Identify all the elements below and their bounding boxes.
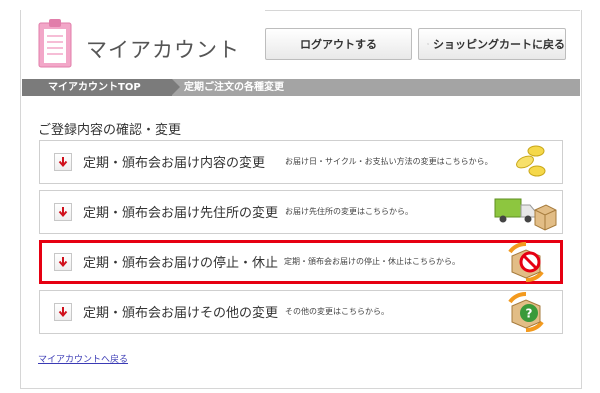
menu-item-description: その他の変更はこちらから。 [285,307,389,316]
question-box-icon: ? [508,292,544,332]
menu-item-stop-pause[interactable]: 定期・頒布会お届けの停止・休止 定期・頒布会お届けの停止・休止はこちらから。 [39,240,563,284]
logout-button[interactable]: ログアウトする [265,28,412,60]
menu-item-title: 定期・頒布会お届け内容の変更 [83,156,266,171]
menu-item-description: お届け日・サイクル・お支払い方法の変更はこちらから。 [285,157,493,166]
page-title: マイアカウント [86,38,240,62]
svg-text:?: ? [526,307,533,321]
back-to-cart-button[interactable]: ショッピングカートに戻る [418,28,566,60]
breadcrumb: マイアカウントTOP 定期ご注文の各種変更 [22,79,580,96]
menu-item-other-change[interactable]: 定期・頒布会お届けその他の変更 その他の変更はこちらから。 ? [39,290,563,334]
menu-item-description: お届け先住所の変更はこちらから。 [285,207,413,216]
breadcrumb-current: 定期ご注文の各種変更 [184,82,284,93]
breadcrumb-mypage-top[interactable]: マイアカウントTOP [22,79,172,96]
clipboard-icon [38,19,72,68]
shopping-cart-icon [427,43,429,45]
breadcrumb-separator [172,79,180,95]
coins-icon [516,145,546,177]
arrow-down-icon [54,153,72,171]
arrow-down-icon [54,253,72,271]
menu-item-delivery-content-change[interactable]: 定期・頒布会お届け内容の変更 お届け日・サイクル・お支払い方法の変更はこちらから… [39,140,563,184]
menu-item-description: 定期・頒布会お届けの停止・休止はこちらから。 [284,257,460,266]
menu-item-title: 定期・頒布会お届けその他の変更 [83,306,279,321]
menu-item-title: 定期・頒布会お届けの停止・休止 [83,256,279,271]
back-to-mypage-link[interactable]: マイアカウントへ戻る [38,352,128,365]
section-title: ご登録内容の確認・変更 [38,123,182,138]
menu-item-title: 定期・頒布会お届け先住所の変更 [83,206,279,221]
menu-item-address-change[interactable]: 定期・頒布会お届け先住所の変更 お届け先住所の変更はこちらから。 [39,190,563,234]
arrow-down-icon [54,303,72,321]
stop-box-icon [508,242,544,282]
arrow-down-icon [54,203,72,221]
delivery-truck-icon [494,198,557,231]
back-to-cart-label: ショッピングカートに戻る [433,38,565,51]
header-divider [265,10,580,11]
